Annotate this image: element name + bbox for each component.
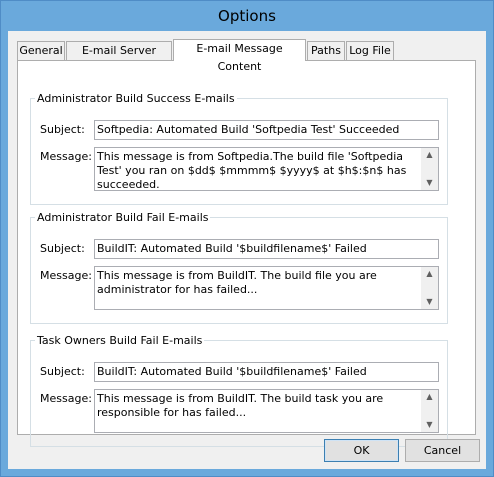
subject-label: Subject:	[40, 242, 85, 255]
success-subject-input[interactable]: Softpedia: Automated Build 'Softpedia Te…	[94, 120, 439, 140]
message-label: Message:	[40, 269, 92, 282]
fail-message-text: This message is from BuildIT. The build …	[97, 269, 377, 296]
scroll-up-icon[interactable]: ▲	[421, 149, 438, 161]
success-message-textarea[interactable]: This message is from Softpedia.The build…	[94, 147, 439, 191]
scroll-up-icon[interactable]: ▲	[421, 268, 438, 280]
fail-message-scrollbar[interactable]: ▲ ▼	[421, 267, 438, 309]
task-message-textarea[interactable]: This message is from BuildIT. The build …	[94, 389, 439, 433]
scroll-down-icon[interactable]: ▼	[421, 419, 438, 431]
ok-button[interactable]: OK	[324, 439, 399, 462]
message-label: Message:	[40, 150, 92, 163]
options-window: Options General E-mail Server Setup E-ma…	[0, 0, 494, 477]
tab-paths[interactable]: Paths	[307, 41, 345, 60]
scroll-down-icon[interactable]: ▼	[421, 296, 438, 308]
admin-fail-group: Administrator Build Fail E-mails Subject…	[30, 211, 448, 324]
success-message-scrollbar[interactable]: ▲ ▼	[421, 148, 438, 190]
admin-fail-legend: Administrator Build Fail E-mails	[37, 211, 209, 224]
success-message-text: This message is from Softpedia.The build…	[97, 150, 407, 191]
fail-subject-input[interactable]: BuildIT: Automated Build '$buildfilename…	[94, 239, 439, 259]
tab-email-server-setup[interactable]: E-mail Server Setup	[66, 41, 172, 75]
admin-success-group: Administrator Build Success E-mails Subj…	[30, 92, 448, 205]
scroll-down-icon[interactable]: ▼	[421, 177, 438, 189]
email-message-content-panel: Administrator Build Success E-mails Subj…	[17, 60, 476, 447]
tab-general[interactable]: General	[17, 41, 65, 60]
admin-success-legend: Administrator Build Success E-mails	[37, 92, 235, 105]
subject-label: Subject:	[40, 123, 85, 136]
window-title: Options	[218, 7, 276, 25]
tab-email-message-content[interactable]: E-mail Message Content	[173, 39, 306, 73]
tab-log-file[interactable]: Log File	[346, 41, 394, 60]
message-label: Message:	[40, 392, 92, 405]
task-message-scrollbar[interactable]: ▲ ▼	[421, 390, 438, 432]
task-subject-input[interactable]: BuildIT: Automated Build '$buildfilename…	[94, 362, 439, 382]
fail-message-textarea[interactable]: This message is from BuildIT. The build …	[94, 266, 439, 310]
task-message-text: This message is from BuildIT. The build …	[97, 392, 384, 419]
subject-label: Subject:	[40, 365, 85, 378]
cancel-button[interactable]: Cancel	[405, 439, 480, 462]
task-owner-fail-legend: Task Owners Build Fail E-mails	[37, 334, 203, 347]
dialog-client-area: General E-mail Server Setup E-mail Messa…	[8, 31, 486, 469]
scroll-up-icon[interactable]: ▲	[421, 391, 438, 403]
task-owner-fail-group: Task Owners Build Fail E-mails Subject: …	[30, 334, 448, 447]
